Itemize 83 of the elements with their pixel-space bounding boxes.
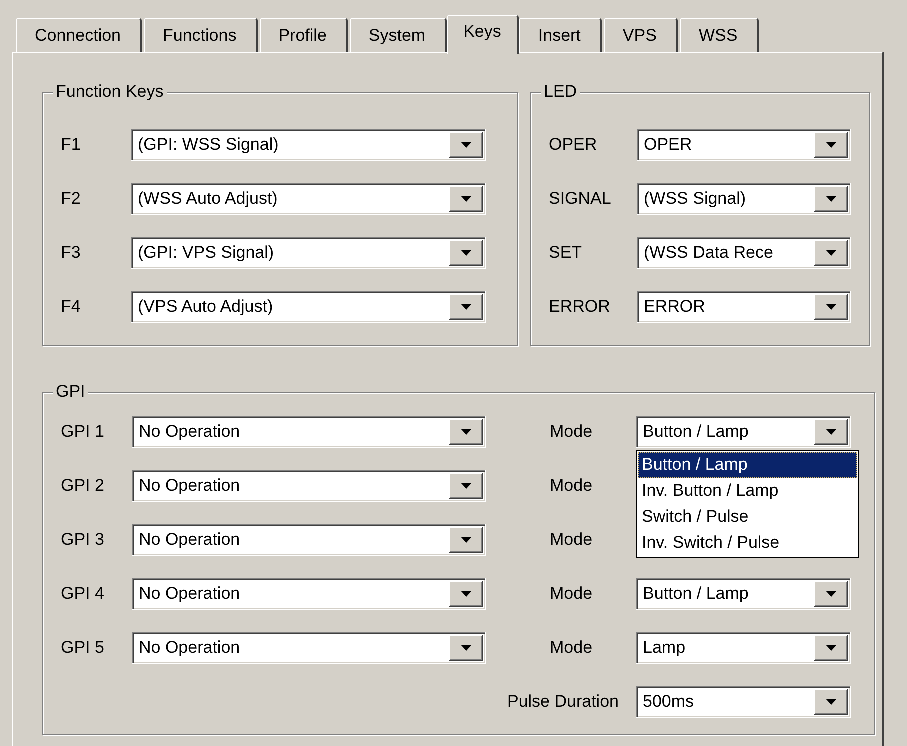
dropdown-button[interactable] [449,473,483,499]
dropdown-button[interactable] [814,689,848,715]
field-label: F4 [61,297,82,317]
dropdown-field[interactable]: OPER [637,129,851,161]
caret-down-icon [460,196,472,202]
caret-down-icon [826,429,836,435]
dropdown-field[interactable]: Lamp [636,632,851,664]
field-label: GPI 4 [61,584,106,604]
dropdown-field[interactable]: (GPI: VPS Signal) [131,237,486,269]
dropdown-option[interactable]: Inv. Button / Lamp [638,478,857,504]
tab[interactable]: Functions [144,18,258,52]
dropdown-button[interactable] [449,132,483,158]
field-label: GPI 2 [61,476,106,496]
caret-down-icon [826,591,836,597]
caret-down-icon [826,304,836,310]
caret-down-icon [460,250,472,256]
dropdown-button[interactable] [449,294,483,320]
dropdown-field[interactable]: No Operation [132,632,486,664]
dropdown-field[interactable]: No Operation [132,470,486,502]
dropdown-field[interactable]: No Operation [132,416,486,448]
dropdown-option[interactable]: Switch / Pulse [638,504,857,530]
dropdown-option[interactable]: Inv. Switch / Pulse [638,530,857,556]
field-label: F1 [61,135,82,155]
field-label: Mode [550,530,594,550]
dropdown-button[interactable] [449,635,483,661]
tab[interactable]: VPS [604,18,678,52]
field-label: GPI 1 [61,422,106,442]
dropdown-field[interactable]: Button / Lamp [636,416,851,448]
field-label: Mode [550,476,594,496]
caret-down-icon [460,429,472,435]
field-label: OPER [549,135,598,155]
field-label: Pulse Duration [507,692,620,712]
dropdown-button[interactable] [449,581,483,607]
caret-down-icon [826,250,836,256]
dropdown-option[interactable]: Button / Lamp [638,452,857,478]
caret-down-icon [826,196,836,202]
caret-down-icon [826,699,836,705]
caret-down-icon [460,645,472,651]
dropdown-button[interactable] [449,527,483,553]
caret-down-icon [826,645,836,651]
dropdown-button[interactable] [449,240,483,266]
dropdown-button[interactable] [814,186,848,212]
field-label: ERROR [549,297,612,317]
field-label: GPI 5 [61,638,106,658]
group-title: Function Keys [53,82,167,102]
field-label: F2 [61,189,82,209]
tab[interactable]: Profile [260,18,348,52]
tab[interactable]: System [350,18,447,52]
dropdown-button[interactable] [814,581,848,607]
tab[interactable]: Keys [446,15,520,54]
dropdown-button[interactable] [814,419,848,445]
field-label: Mode [550,422,594,442]
dropdown-field[interactable]: (GPI: WSS Signal) [131,129,486,161]
dropdown-field[interactable]: ERROR [637,291,851,323]
field-label: SIGNAL [549,189,612,209]
dropdown-button[interactable] [814,240,848,266]
dropdown-field[interactable]: No Operation [132,578,486,610]
tab[interactable]: WSS [680,18,759,52]
dropdown-field[interactable]: No Operation [132,524,486,556]
dropdown-button[interactable] [449,419,483,445]
field-label: GPI 3 [61,530,106,550]
dropdown-field[interactable]: Button / Lamp [636,578,851,610]
dropdown-button[interactable] [449,186,483,212]
dropdown-field[interactable]: (WSS Auto Adjust) [131,183,486,215]
field-label: SET [549,243,584,263]
dropdown-button[interactable] [814,132,848,158]
caret-down-icon [460,483,472,489]
dropdown-field[interactable]: 500ms [636,686,851,718]
caret-down-icon [460,537,472,543]
dropdown-button[interactable] [814,635,848,661]
caret-down-icon [460,142,472,148]
caret-down-icon [460,591,472,597]
tab[interactable]: Insert [519,18,602,52]
tab[interactable]: Connection [16,18,142,52]
caret-down-icon [826,142,836,148]
dropdown-field[interactable]: (VPS Auto Adjust) [131,291,486,323]
dropdown-field[interactable]: (WSS Data Rece [637,237,851,269]
field-label: Mode [550,638,594,658]
dropdown-button[interactable] [814,294,848,320]
dropdown-field[interactable]: (WSS Signal) [637,183,851,215]
field-label: Mode [550,584,594,604]
field-label: F3 [61,243,82,263]
caret-down-icon [460,304,472,310]
